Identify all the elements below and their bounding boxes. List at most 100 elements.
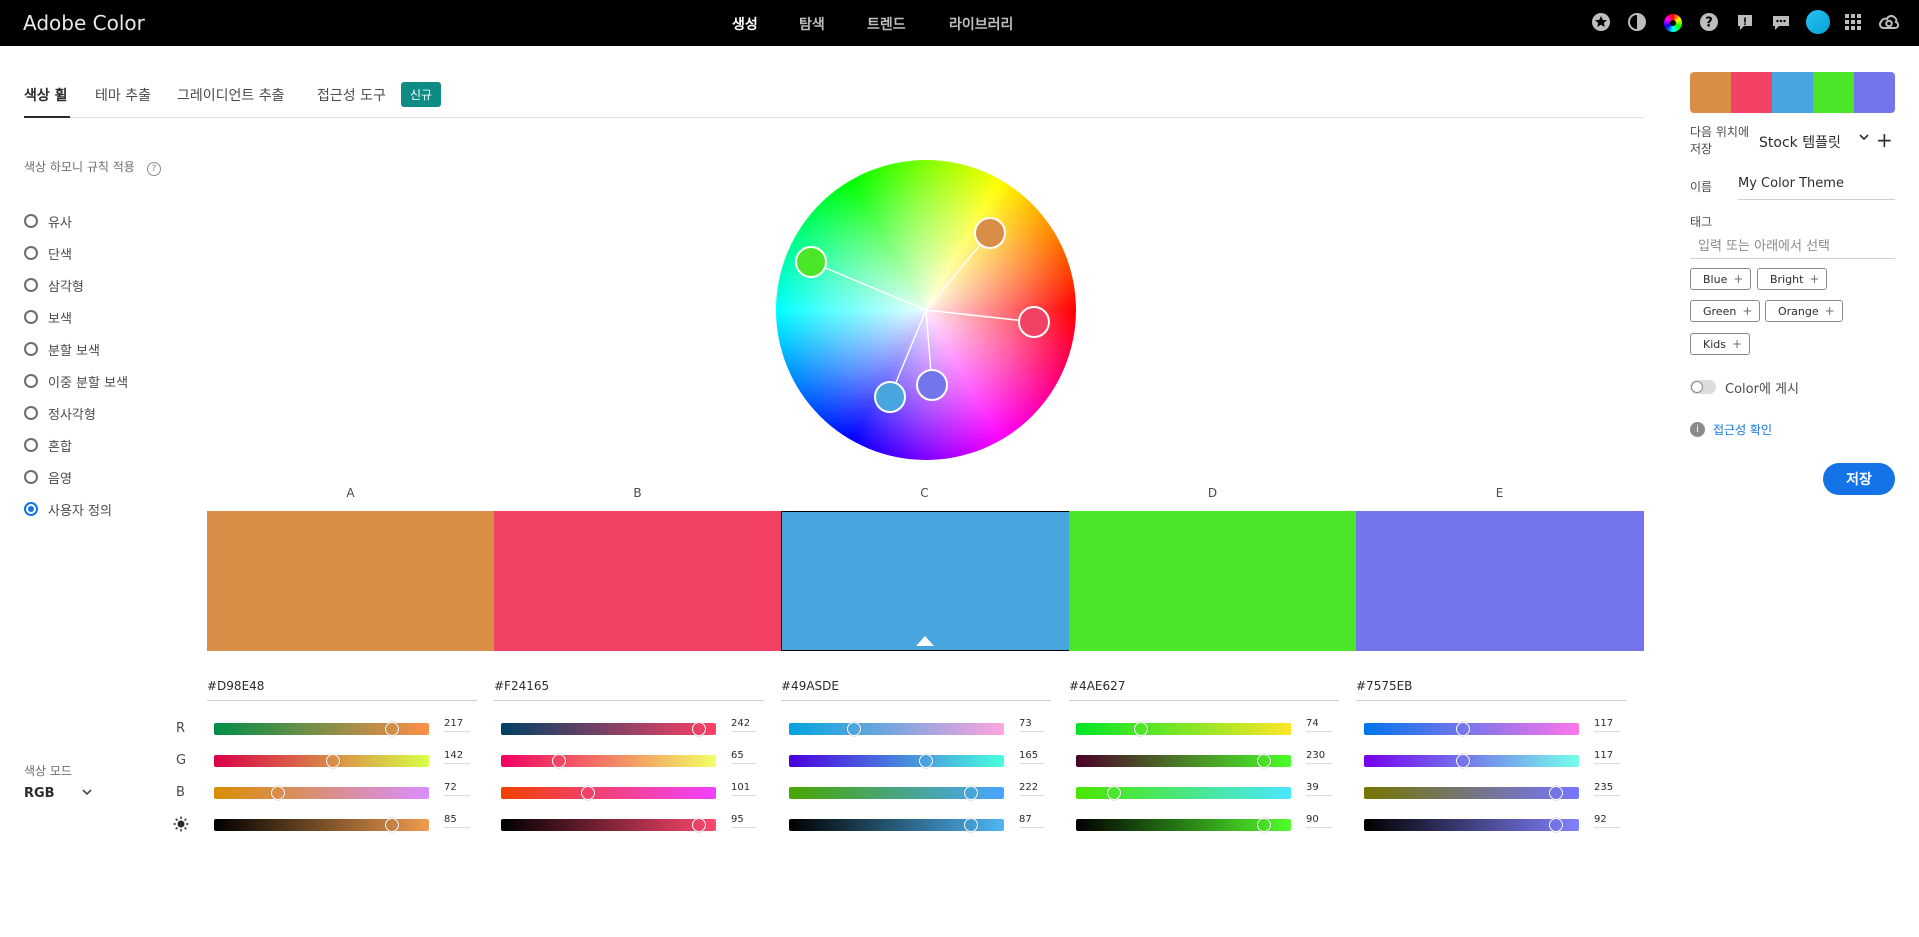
channel-value-green-a[interactable]: 142 xyxy=(444,750,470,764)
hex-field-b[interactable]: #F24165 xyxy=(494,679,764,701)
channel-value-blue-e[interactable]: 235 xyxy=(1594,782,1620,796)
tag-chip-orange[interactable]: Orange + xyxy=(1765,300,1843,322)
channel-value-blue-a[interactable]: 72 xyxy=(444,782,470,796)
radio-button[interactable] xyxy=(24,470,38,484)
save-to-select[interactable]: Stock 템플릿 xyxy=(1759,132,1841,152)
tag-chip-green[interactable]: Green + xyxy=(1690,300,1761,322)
slider-red-a[interactable] xyxy=(214,722,429,736)
channel-value-red-c[interactable]: 73 xyxy=(1019,718,1045,732)
slider-brightness-d[interactable] xyxy=(1076,818,1291,832)
chat-icon[interactable] xyxy=(1770,12,1792,34)
accessibility-check-link[interactable]: 접근성 확인 xyxy=(1713,421,1772,438)
slider-handle[interactable] xyxy=(1257,818,1271,832)
channel-value-brightness-d[interactable]: 90 xyxy=(1306,814,1332,828)
color-wheel-icon[interactable] xyxy=(1662,12,1684,34)
tag-chip-blue[interactable]: Blue + xyxy=(1690,268,1752,290)
color-mode-select[interactable]: RGB xyxy=(24,786,55,801)
slider-blue-c[interactable] xyxy=(789,786,1004,800)
slider-handle[interactable] xyxy=(581,786,595,800)
slider-handle[interactable] xyxy=(1549,786,1563,800)
slider-handle[interactable] xyxy=(964,818,978,832)
tab-extract-theme[interactable]: 테마 추출 xyxy=(95,85,151,105)
slider-handle[interactable] xyxy=(964,786,978,800)
slider-blue-b[interactable] xyxy=(501,786,716,800)
slider-handle[interactable] xyxy=(1107,786,1121,800)
tag-input[interactable]: 입력 또는 아래에서 선택 xyxy=(1690,232,1895,259)
color-wheel[interactable] xyxy=(776,160,1076,460)
channel-value-brightness-e[interactable]: 92 xyxy=(1594,814,1620,828)
slider-blue-e[interactable] xyxy=(1364,786,1579,800)
channel-value-green-e[interactable]: 117 xyxy=(1594,750,1620,764)
slider-brightness-e[interactable] xyxy=(1364,818,1579,832)
swatch-e[interactable] xyxy=(1356,511,1644,651)
slider-green-e[interactable] xyxy=(1364,754,1579,768)
slider-handle[interactable] xyxy=(385,818,399,832)
channel-value-green-c[interactable]: 165 xyxy=(1019,750,1045,764)
tab-extract-gradient[interactable]: 그레이디언트 추출 xyxy=(177,85,285,105)
hex-field-c[interactable]: #49ASDE xyxy=(781,679,1051,701)
channel-value-brightness-b[interactable]: 95 xyxy=(731,814,757,828)
slider-handle[interactable] xyxy=(271,786,285,800)
slider-handle[interactable] xyxy=(326,754,340,768)
slider-blue-d[interactable] xyxy=(1076,786,1291,800)
radio-button[interactable] xyxy=(24,246,38,260)
radio-button[interactable] xyxy=(24,374,38,388)
swatch-b[interactable] xyxy=(494,511,782,651)
radio-button[interactable] xyxy=(24,214,38,228)
slider-handle[interactable] xyxy=(919,754,933,768)
slider-blue-a[interactable] xyxy=(214,786,429,800)
channel-value-blue-b[interactable]: 101 xyxy=(731,782,757,796)
slider-red-b[interactable] xyxy=(501,722,716,736)
avatar[interactable] xyxy=(1806,10,1830,34)
slider-green-d[interactable] xyxy=(1076,754,1291,768)
slider-red-c[interactable] xyxy=(789,722,1004,736)
radio-button[interactable] xyxy=(24,438,38,452)
slider-handle[interactable] xyxy=(1549,818,1563,832)
slider-handle[interactable] xyxy=(692,818,706,832)
channel-value-blue-d[interactable]: 39 xyxy=(1306,782,1332,796)
slider-brightness-c[interactable] xyxy=(789,818,1004,832)
radio-button[interactable] xyxy=(24,342,38,356)
nav-create[interactable]: 생성 xyxy=(732,14,758,34)
radio-button[interactable] xyxy=(24,310,38,324)
slider-green-c[interactable] xyxy=(789,754,1004,768)
slider-handle[interactable] xyxy=(1456,754,1470,768)
radio-button[interactable] xyxy=(24,406,38,420)
hex-field-d[interactable]: #4AE627 xyxy=(1069,679,1339,701)
slider-handle[interactable] xyxy=(847,722,861,736)
publish-toggle[interactable] xyxy=(1690,380,1716,394)
swatch-c[interactable] xyxy=(781,511,1070,651)
info-icon[interactable]: ? xyxy=(147,162,161,176)
slider-brightness-b[interactable] xyxy=(501,818,716,832)
channel-value-blue-c[interactable]: 222 xyxy=(1019,782,1045,796)
slider-green-a[interactable] xyxy=(214,754,429,768)
channel-value-red-b[interactable]: 242 xyxy=(731,718,757,732)
contrast-icon[interactable] xyxy=(1626,12,1648,34)
slider-handle[interactable] xyxy=(385,722,399,736)
nav-explore[interactable]: 탐색 xyxy=(799,14,825,34)
apps-grid-icon[interactable] xyxy=(1842,12,1864,34)
slider-red-e[interactable] xyxy=(1364,722,1579,736)
hex-field-a[interactable]: #D98E48 xyxy=(207,679,477,701)
slider-handle[interactable] xyxy=(1134,722,1148,736)
nav-trends[interactable]: 트렌드 xyxy=(867,14,906,34)
chevron-down-icon[interactable] xyxy=(1858,131,1870,147)
slider-red-d[interactable] xyxy=(1076,722,1291,736)
channel-value-red-e[interactable]: 117 xyxy=(1594,718,1620,732)
radio-button[interactable] xyxy=(24,278,38,292)
channel-value-red-a[interactable]: 217 xyxy=(444,718,470,732)
chevron-down-icon[interactable] xyxy=(81,786,93,801)
swatch-a[interactable] xyxy=(207,511,495,651)
theme-name-input[interactable]: My Color Theme xyxy=(1738,175,1895,200)
slider-handle[interactable] xyxy=(692,722,706,736)
channel-value-red-d[interactable]: 74 xyxy=(1306,718,1332,732)
star-icon[interactable] xyxy=(1590,12,1612,34)
app-title[interactable]: Adobe Color xyxy=(23,11,145,35)
hex-field-e[interactable]: #7575EB xyxy=(1356,679,1626,701)
channel-value-green-d[interactable]: 230 xyxy=(1306,750,1332,764)
slider-handle[interactable] xyxy=(1456,722,1470,736)
channel-value-brightness-a[interactable]: 85 xyxy=(444,814,470,828)
add-library-button[interactable]: + xyxy=(1876,128,1893,152)
help-icon[interactable]: ? xyxy=(1698,12,1720,34)
swatch-d[interactable] xyxy=(1069,511,1357,651)
